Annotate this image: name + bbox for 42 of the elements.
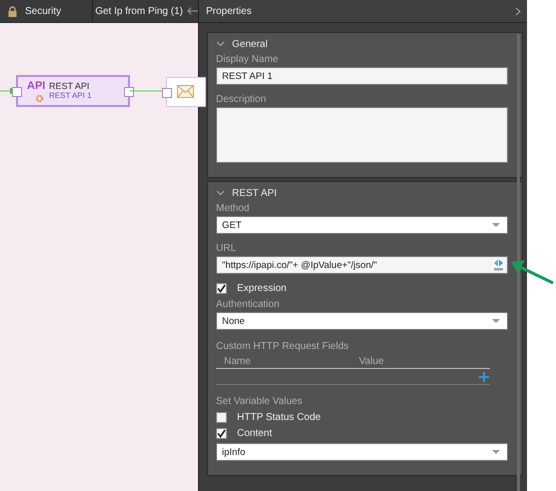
field-label: URL xyxy=(216,242,238,256)
dropdown-caret-icon xyxy=(492,223,500,227)
dropdown[interactable]: ipInfo xyxy=(216,443,508,461)
field-label: Description xyxy=(216,93,268,107)
column-header: Value xyxy=(358,356,385,366)
chevron-icon xyxy=(216,41,225,47)
dropdown[interactable]: None xyxy=(216,312,508,330)
section-header[interactable]: REST API xyxy=(216,186,508,200)
field-label: Custom HTTP Request Fields xyxy=(216,340,350,354)
dropdown[interactable]: GET xyxy=(216,216,508,234)
checkbox-label: Expression xyxy=(237,282,286,294)
connection-port[interactable] xyxy=(162,88,172,98)
collapse-chevron-icon[interactable] xyxy=(515,6,521,16)
panel-title: Properties xyxy=(206,6,252,16)
field-label: Set Variable Values xyxy=(216,395,304,409)
checkbox[interactable] xyxy=(216,282,227,294)
checkbox[interactable] xyxy=(216,412,227,422)
back-arrow-icon[interactable] xyxy=(187,7,198,15)
checkbox[interactable] xyxy=(216,428,227,438)
text-field[interactable]: REST API 1 xyxy=(216,67,508,85)
text-area[interactable] xyxy=(216,107,508,163)
connection-port[interactable] xyxy=(12,87,22,97)
text-field[interactable]: "https://ipapi.co/"+ @IpValue+"/json/" xyxy=(216,256,508,274)
field-label: Authentication xyxy=(216,298,280,312)
envelope-icon xyxy=(177,85,194,98)
section-header[interactable]: General xyxy=(216,37,508,51)
expression-editor-icon[interactable] xyxy=(493,259,504,271)
add-icon[interactable] xyxy=(479,372,489,382)
annotation-arrow xyxy=(510,259,554,285)
dropdown-caret-icon xyxy=(492,319,500,323)
gear-icon xyxy=(35,94,44,103)
checkbox-label: Content xyxy=(237,428,272,438)
tab[interactable]: Get Ip from Ping (1) xyxy=(93,0,198,22)
chevron-icon xyxy=(216,190,225,196)
connection-port[interactable] xyxy=(124,87,134,97)
checkbox-label: HTTP Status Code xyxy=(237,412,321,422)
tab[interactable]: Security xyxy=(0,0,94,22)
dropdown-caret-icon xyxy=(492,450,500,454)
lock-icon xyxy=(8,6,17,16)
field-label: Method xyxy=(216,202,250,216)
column-header: Name xyxy=(223,356,252,366)
field-label: Display Name xyxy=(216,53,280,67)
